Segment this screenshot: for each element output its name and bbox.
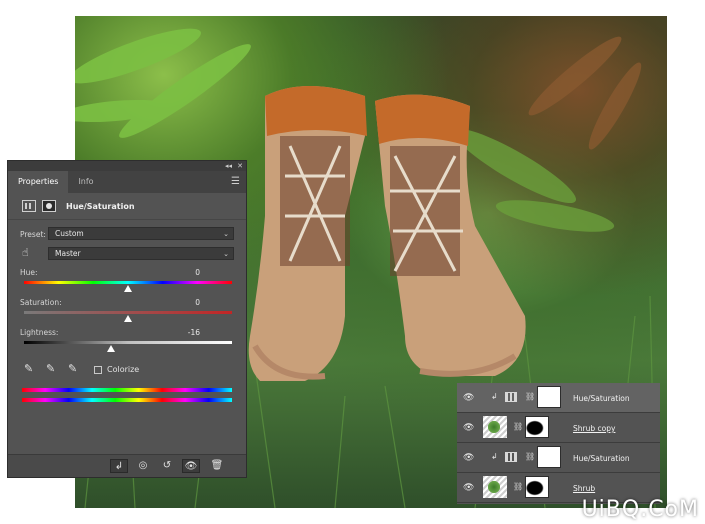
eyedropper-plus-icon[interactable]: ✎ xyxy=(46,362,55,375)
chevron-down-icon: ⌄ xyxy=(223,230,229,238)
tab-properties[interactable]: Properties xyxy=(8,171,69,193)
mask-thumbnail[interactable] xyxy=(525,476,549,498)
adjustment-thumbnail xyxy=(505,452,517,462)
link-icon[interactable]: ⛓ xyxy=(513,482,523,491)
channel-value: Master xyxy=(55,249,81,258)
clip-to-layer-icon[interactable]: ↲ xyxy=(110,459,128,473)
panel-tabs: Properties Info ☰ xyxy=(8,171,246,193)
adjustment-grid-icon[interactable] xyxy=(22,200,36,212)
lightness-value[interactable]: -16 xyxy=(180,328,200,337)
right-boot xyxy=(375,94,526,377)
colorize-checkbox[interactable] xyxy=(94,365,102,374)
channel-select[interactable]: Master ⌄ xyxy=(48,247,234,260)
saturation-value[interactable]: 0 xyxy=(180,298,200,307)
mask-thumbnail[interactable] xyxy=(525,416,549,438)
clip-arrow-icon: ↲ xyxy=(491,392,498,401)
properties-panel: ◂◂ ✕ Properties Info ☰ Hue/Saturation Pr… xyxy=(7,160,247,478)
layer-name: Hue/Saturation xyxy=(573,454,630,463)
view-previous-icon[interactable]: ◎ xyxy=(134,459,152,473)
image-thumbnail xyxy=(483,476,507,498)
preset-label: Preset: xyxy=(20,230,46,239)
layer-mask-icon[interactable] xyxy=(42,200,56,212)
panel-menu-icon[interactable]: ☰ xyxy=(231,176,240,188)
saturation-track[interactable] xyxy=(24,311,232,314)
chevron-down-icon: ⌄ xyxy=(223,250,229,258)
close-icon[interactable]: ✕ xyxy=(237,161,243,171)
hue-track[interactable] xyxy=(24,281,232,284)
hue-slider: Hue: 0 xyxy=(8,264,246,294)
layer-row[interactable]: 👁 ↲ ⛓ Hue/Saturation xyxy=(457,383,660,413)
layer-name: Shrub xyxy=(573,484,596,493)
layers-panel: 👁 ↲ ⛓ Hue/Saturation 👁 ⛓ Shrub copy 👁 ↲ … xyxy=(457,383,660,504)
channel-row: ☝ Master ⌄ xyxy=(8,244,246,264)
lightness-slider: Lightness: -16 xyxy=(8,324,246,354)
preset-value: Custom xyxy=(55,229,84,238)
reset-icon[interactable]: ↺ xyxy=(158,459,176,473)
saturation-label: Saturation: xyxy=(20,298,62,307)
eyedropper-row: ✎ ✎ ✎ Colorize xyxy=(8,358,246,382)
preset-row: Preset: Custom ⌄ xyxy=(8,224,246,244)
lightness-label: Lightness: xyxy=(20,328,59,337)
adjustment-thumbnail xyxy=(505,392,517,402)
panel-bottom-toolbar: ↲ ◎ ↺ 👁 🗑 xyxy=(8,454,246,477)
link-icon[interactable]: ⛓ xyxy=(525,452,535,461)
eye-icon[interactable]: 👁 xyxy=(463,393,474,403)
colorize-label: Colorize xyxy=(107,365,140,374)
color-range-bar-top xyxy=(22,388,232,392)
left-boot xyxy=(248,86,367,381)
layer-row[interactable]: 👁 ⛓ Shrub copy xyxy=(457,413,660,443)
hue-value[interactable]: 0 xyxy=(180,268,200,277)
colorize-option[interactable]: Colorize xyxy=(94,365,139,374)
layer-name: Hue/Saturation xyxy=(573,394,630,403)
eye-icon[interactable]: 👁 xyxy=(463,453,474,463)
preset-select[interactable]: Custom ⌄ xyxy=(48,227,234,240)
saturation-thumb[interactable] xyxy=(124,315,132,322)
panel-topbar: ◂◂ ✕ xyxy=(8,161,246,171)
color-range-bar-bottom xyxy=(22,398,232,402)
collapse-icon[interactable]: ◂◂ xyxy=(225,161,232,171)
adjustment-title: Hue/Saturation xyxy=(66,201,135,211)
hue-label: Hue: xyxy=(20,268,38,277)
lightness-track[interactable] xyxy=(24,341,232,344)
watermark: UiBQ.CoM xyxy=(581,497,699,522)
saturation-slider: Saturation: 0 xyxy=(8,294,246,324)
adjustment-header: Hue/Saturation xyxy=(8,193,246,220)
layer-name: Shrub copy xyxy=(573,424,616,433)
eye-icon[interactable]: 👁 xyxy=(463,483,474,493)
mask-thumbnail[interactable] xyxy=(537,446,561,468)
clip-arrow-icon: ↲ xyxy=(491,452,498,461)
eye-icon[interactable]: 👁 xyxy=(463,423,474,433)
lightness-thumb[interactable] xyxy=(107,345,116,352)
link-icon[interactable]: ⛓ xyxy=(513,422,523,431)
eyedropper-icon[interactable]: ✎ xyxy=(24,362,33,375)
eyedropper-minus-icon[interactable]: ✎ xyxy=(68,362,77,375)
color-range-bars xyxy=(8,382,246,406)
visibility-eye-icon[interactable]: 👁 xyxy=(182,459,200,473)
mask-thumbnail[interactable] xyxy=(537,386,561,408)
trash-icon[interactable]: 🗑 xyxy=(208,459,226,473)
link-icon[interactable]: ⛓ xyxy=(525,392,535,401)
image-thumbnail xyxy=(483,416,507,438)
layer-row[interactable]: 👁 ↲ ⛓ Hue/Saturation xyxy=(457,443,660,473)
targeted-adjustment-hand-icon[interactable]: ☝ xyxy=(22,246,29,259)
tab-info[interactable]: Info xyxy=(68,171,103,193)
hue-thumb[interactable] xyxy=(124,285,132,292)
